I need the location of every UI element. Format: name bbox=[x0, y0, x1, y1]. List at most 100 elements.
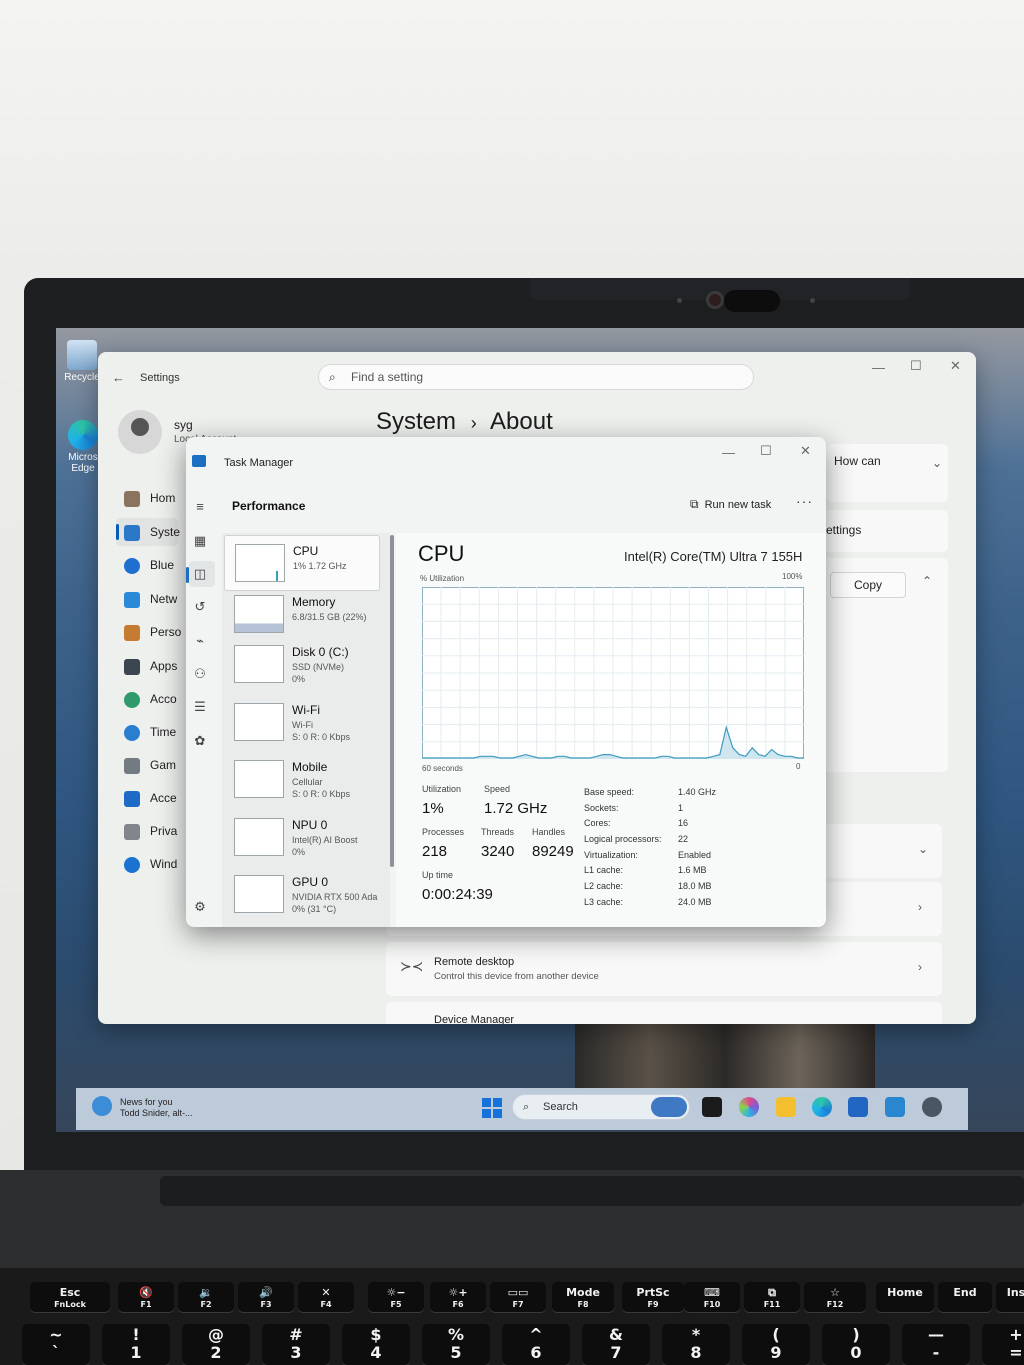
task-view-icon[interactable] bbox=[702, 1097, 722, 1117]
system-icon bbox=[124, 524, 140, 541]
start-button[interactable] bbox=[482, 1098, 502, 1118]
threads-value: 3240 bbox=[481, 843, 515, 860]
back-arrow-icon[interactable]: ← bbox=[112, 370, 125, 385]
speed-value: 1.72 GHz bbox=[484, 800, 548, 817]
resource-thumbnail bbox=[235, 544, 285, 582]
laptop-hinge bbox=[160, 1176, 1024, 1206]
run-new-task-button[interactable]: ⧉ Run new task bbox=[690, 497, 771, 512]
page-title: System › About bbox=[376, 408, 553, 436]
key-f9[interactable]: PrtSc F9 bbox=[622, 1282, 684, 1312]
users-icon[interactable]: ⚇ bbox=[192, 666, 208, 682]
chevron-up-icon[interactable]: ⌃ bbox=[922, 574, 932, 588]
settings-search-input[interactable]: ⌕ Find a setting bbox=[318, 364, 754, 390]
key-fnlock[interactable]: Esc FnLock bbox=[30, 1282, 110, 1312]
key-f2[interactable]: 🔉 F2 bbox=[178, 1282, 234, 1312]
taskbar-search[interactable]: ⌕ Search bbox=[512, 1094, 690, 1120]
cpu-title: CPU bbox=[418, 541, 465, 566]
task-manager-taskbar-icon[interactable] bbox=[885, 1097, 905, 1117]
details-icon[interactable]: ☰ bbox=[192, 699, 208, 715]
processes-icon[interactable]: ▦ bbox=[192, 533, 208, 549]
desktop-icon-edge[interactable]: Micros Edge bbox=[66, 420, 100, 474]
key-f7[interactable]: ▭▭ F7 bbox=[490, 1282, 546, 1312]
close-button[interactable]: ✕ bbox=[800, 443, 811, 459]
startup-apps-icon[interactable]: ⌁ bbox=[192, 633, 208, 649]
breadcrumb-parent[interactable]: System bbox=[376, 408, 456, 435]
help-card[interactable]: How can ⌄ bbox=[826, 444, 948, 502]
maximize-button[interactable]: ☐ bbox=[910, 358, 922, 374]
key-3[interactable]: @2 bbox=[182, 1324, 250, 1365]
avatar[interactable] bbox=[118, 410, 162, 454]
wifi-icon bbox=[124, 591, 140, 608]
key-f6[interactable]: ☼+ F6 bbox=[430, 1282, 486, 1312]
graph-y-max: 100% bbox=[782, 572, 803, 581]
key-10[interactable]: (9 bbox=[742, 1324, 810, 1365]
resource-memory[interactable]: Memory 6.8/31.5 GB (22%) bbox=[224, 587, 380, 643]
remote-desktop-card[interactable]: ≻≺ Remote desktop Control this device fr… bbox=[386, 942, 942, 996]
resource-thumbnail bbox=[234, 645, 284, 683]
maximize-button[interactable]: ☐ bbox=[760, 443, 772, 459]
related-settings-card[interactable]: settings bbox=[814, 510, 948, 552]
more-options-button[interactable]: ··· bbox=[796, 493, 813, 509]
uptime-value: 0:00:24:39 bbox=[422, 886, 493, 903]
shield-icon bbox=[124, 823, 140, 840]
minimize-button[interactable]: — bbox=[722, 445, 735, 460]
edge-icon[interactable] bbox=[812, 1097, 832, 1117]
resource-gpu[interactable]: GPU 0 NVIDIA RTX 500 Ada 0% (31 °C) bbox=[224, 867, 380, 923]
key-f4[interactable]: ✕ F4 bbox=[298, 1282, 354, 1312]
resource-list-scrollbar[interactable] bbox=[390, 535, 394, 867]
key-home[interactable]: Home bbox=[876, 1282, 934, 1312]
key-5[interactable]: $4 bbox=[342, 1324, 410, 1365]
file-explorer-icon[interactable] bbox=[776, 1097, 796, 1117]
performance-icon[interactable]: ◫ bbox=[192, 566, 208, 582]
key-f3[interactable]: 🔊 F3 bbox=[238, 1282, 294, 1312]
key-1[interactable]: ~ ` bbox=[22, 1324, 90, 1365]
services-icon[interactable]: ✿ bbox=[192, 733, 208, 749]
news-widget-icon[interactable] bbox=[92, 1096, 112, 1116]
key-f1[interactable]: 🔇 F1 bbox=[118, 1282, 174, 1312]
key-7[interactable]: ^ 6 bbox=[502, 1324, 570, 1365]
key-end[interactable]: End bbox=[938, 1282, 992, 1312]
key-f8[interactable]: Mode F8 bbox=[552, 1282, 614, 1312]
app-history-icon[interactable]: ↺ bbox=[192, 599, 208, 615]
copilot-icon[interactable] bbox=[739, 1097, 759, 1117]
resource-thumbnail bbox=[234, 703, 284, 741]
key-11[interactable]: ) 0 bbox=[822, 1324, 890, 1365]
key-ins[interactable]: Ins bbox=[996, 1282, 1024, 1312]
desktop-icon-recycle-bin[interactable]: Recycle bbox=[62, 340, 102, 383]
resource-thumbnail bbox=[234, 760, 284, 798]
resource-npu[interactable]: NPU 0 Intel(R) AI Boost 0% bbox=[224, 810, 380, 866]
close-button[interactable]: ✕ bbox=[950, 358, 961, 374]
key-4[interactable]: #3 bbox=[262, 1324, 330, 1365]
minimize-button[interactable]: — bbox=[872, 360, 885, 375]
device-manager-card[interactable]: Device Manager bbox=[386, 1002, 942, 1024]
key-8[interactable]: & 7 bbox=[582, 1324, 650, 1365]
graph-y-label: % Utilization bbox=[420, 574, 465, 583]
breadcrumb-separator: › bbox=[470, 413, 477, 433]
resource-thumbnail bbox=[234, 818, 284, 856]
resource-mobile[interactable]: Mobile Cellular S: 0 R: 0 Kbps bbox=[224, 752, 380, 808]
resource-disk[interactable]: Disk 0 (C:) SSD (NVMe) 0% bbox=[224, 637, 380, 693]
settings-gear-icon[interactable]: ⚙ bbox=[192, 899, 208, 915]
spec-row: Logical processors: 22 bbox=[584, 831, 716, 847]
key-6[interactable]: % 5 bbox=[422, 1324, 490, 1365]
key-13[interactable]: + = bbox=[982, 1324, 1024, 1365]
key-12[interactable]: — - bbox=[902, 1324, 970, 1365]
spec-value: 16 bbox=[678, 818, 689, 829]
resource-cpu[interactable]: CPU 1% 1.72 GHz bbox=[224, 535, 380, 591]
key-f11[interactable]: ⧉ F11 bbox=[744, 1282, 800, 1312]
device-specs-card: Copy ⌃ bbox=[814, 558, 948, 772]
copy-button[interactable]: Copy bbox=[830, 572, 906, 598]
key-f10[interactable]: ⌨ F10 bbox=[684, 1282, 740, 1312]
resource-wifi[interactable]: Wi-Fi Wi-Fi S: 0 R: 0 Kbps bbox=[224, 695, 380, 751]
spec-key: L2 cache: bbox=[584, 880, 624, 891]
news-widget[interactable]: News for you Todd Snider, alt-... bbox=[120, 1097, 193, 1119]
hamburger-menu-icon[interactable]: ≡ bbox=[192, 499, 208, 515]
key-9[interactable]: * 8 bbox=[662, 1324, 730, 1365]
resource-thumbnail bbox=[234, 875, 284, 913]
edge-icon bbox=[68, 420, 98, 450]
key-2[interactable]: ! 1 bbox=[102, 1324, 170, 1365]
settings-gear-icon[interactable] bbox=[922, 1097, 942, 1117]
store-icon[interactable] bbox=[848, 1097, 868, 1117]
key-f12[interactable]: ☆ F12 bbox=[804, 1282, 866, 1312]
key-f5[interactable]: ☼− F5 bbox=[368, 1282, 424, 1312]
